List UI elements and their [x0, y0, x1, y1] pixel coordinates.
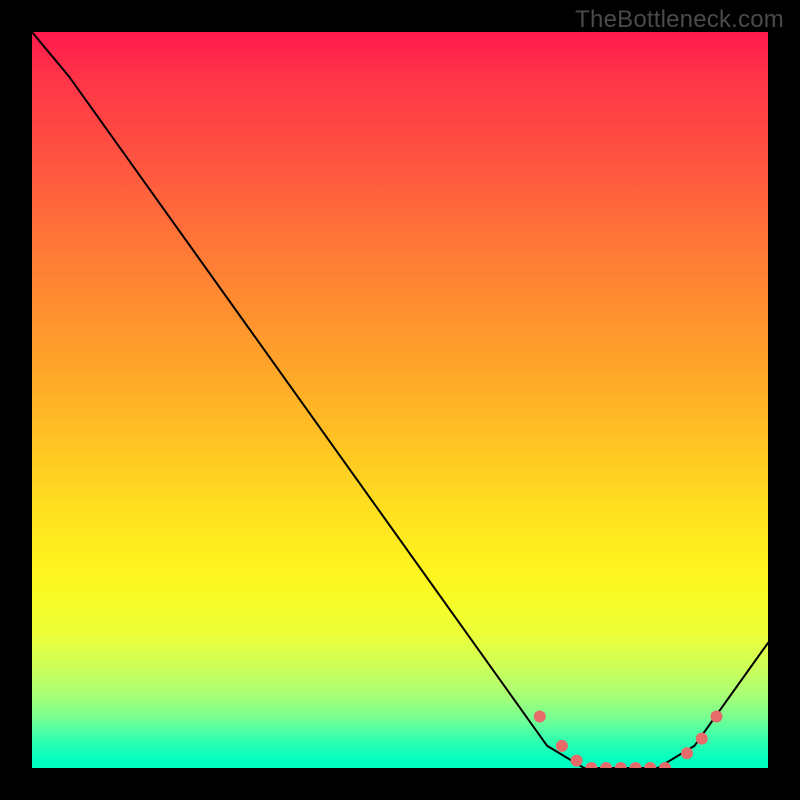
- marker-dot: [534, 711, 546, 723]
- marker-dot: [644, 762, 656, 768]
- chart-svg: [32, 32, 768, 768]
- chart-area: [32, 32, 768, 768]
- marker-dot: [600, 762, 612, 768]
- marker-dot: [659, 762, 671, 768]
- marker-dot: [556, 740, 568, 752]
- curve-line: [32, 32, 768, 768]
- marker-dot: [615, 762, 627, 768]
- watermark-text: TheBottleneck.com: [575, 6, 784, 34]
- marker-dot: [696, 733, 708, 745]
- marker-dot: [711, 711, 723, 723]
- marker-dot: [630, 762, 642, 768]
- marker-dot: [571, 755, 583, 767]
- marker-dot: [681, 747, 693, 759]
- marker-dot: [585, 762, 597, 768]
- marker-group: [534, 711, 723, 769]
